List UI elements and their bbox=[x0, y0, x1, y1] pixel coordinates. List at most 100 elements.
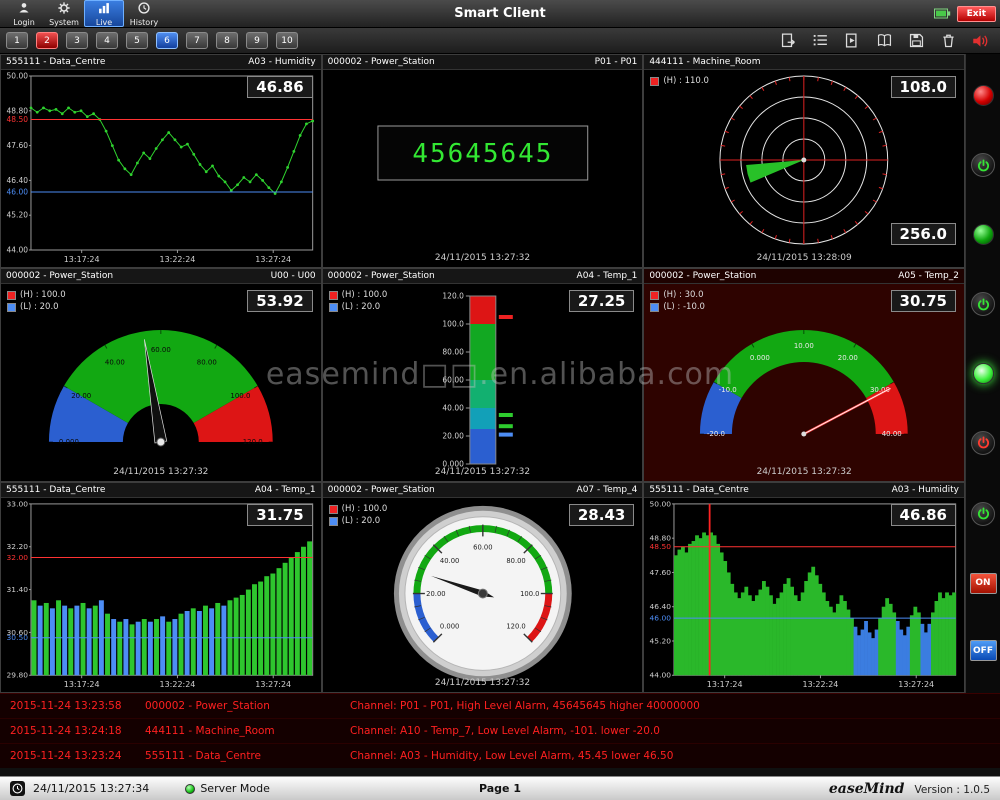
panel-4[interactable]: 000002 - Power_StationU00 - U000.00020.0… bbox=[0, 268, 322, 482]
page-button-row: 123456789 10 bbox=[6, 32, 306, 49]
page-button-6[interactable]: 6 bbox=[156, 32, 178, 49]
alarm-row[interactable]: 2015-11-24 13:24:18444111 - Machine_Room… bbox=[0, 719, 1000, 744]
alarm-list: 2015-11-24 13:23:58000002 - Power_Statio… bbox=[0, 693, 1000, 768]
panel-timestamp: 24/11/2015 13:27:32 bbox=[323, 678, 643, 688]
svg-text:0.000: 0.000 bbox=[59, 438, 79, 446]
svg-text:48.80: 48.80 bbox=[7, 106, 29, 115]
panel-6[interactable]: 000002 - Power_StationA05 - Temp_2-20.0-… bbox=[643, 268, 965, 482]
panel-channel-label: A03 - Humidity bbox=[892, 485, 959, 495]
panel-body: -20.0-10.00.00010.0020.0030.0040.00(H) :… bbox=[644, 284, 964, 481]
power-button-3[interactable] bbox=[971, 502, 995, 526]
panel-body: 48.5046.0050.0048.8047.6046.4045.2044.00… bbox=[1, 70, 321, 267]
trash-icon[interactable] bbox=[938, 32, 958, 50]
main-toolbar: Login System LiveHistory bbox=[4, 0, 164, 27]
on-button[interactable]: ON bbox=[970, 573, 997, 594]
toolbar-button-history[interactable]: History bbox=[124, 0, 164, 27]
svg-text:45.20: 45.20 bbox=[7, 211, 29, 220]
legend-row: (H) : 100.0 bbox=[329, 504, 388, 514]
panel-channel-label: A07 - Temp_4 bbox=[577, 485, 638, 495]
panel-header: 000002 - Power_StationA05 - Temp_2 bbox=[644, 269, 964, 284]
page-button-2[interactable]: 2 bbox=[36, 32, 58, 49]
value-readout: 46.86 bbox=[247, 76, 312, 98]
panel-legend: (H) : 100.0(L) : 20.0 bbox=[329, 504, 388, 526]
toolbar-button-live[interactable]: Live bbox=[84, 0, 124, 27]
panel-1[interactable]: 555111 - Data_CentreA03 - Humidity48.504… bbox=[0, 54, 322, 268]
page-button-9[interactable]: 9 bbox=[246, 32, 268, 49]
main-area: 555111 - Data_Centre A03 - Humidity 48.504… bbox=[0, 54, 1000, 693]
panel-body: 120.0100.080.0060.0040.0020.000.000(H) :… bbox=[323, 284, 643, 481]
export-icon[interactable] bbox=[778, 32, 798, 50]
power-button-red[interactable] bbox=[971, 431, 995, 455]
panel-legend: (H) : 100.0(L) : 20.0 bbox=[7, 290, 66, 312]
panel-body: 48.5046.0050.0048.8047.6046.4045.2044.00… bbox=[644, 498, 964, 692]
exit-button[interactable]: Exit bbox=[957, 6, 996, 22]
value-readout: 53.92 bbox=[247, 290, 312, 312]
alarm-row[interactable]: 2015-11-24 13:23:58000002 - Power_Statio… bbox=[0, 694, 1000, 719]
panel-station-label: 000002 - Power_Station bbox=[328, 57, 435, 67]
page-button-4[interactable]: 4 bbox=[96, 32, 118, 49]
indicator-green-button[interactable] bbox=[973, 224, 994, 245]
svg-text:40.00: 40.00 bbox=[105, 358, 125, 366]
play-icon[interactable] bbox=[842, 32, 862, 50]
svg-text:-10.0: -10.0 bbox=[719, 386, 737, 394]
alarm-row[interactable]: 2015-11-24 13:23:24555111 - Data_CentreC… bbox=[0, 744, 1000, 769]
page-button-8[interactable]: 8 bbox=[216, 32, 238, 49]
power-button-2[interactable] bbox=[971, 292, 995, 316]
panel-7[interactable]: 555111 - Data_CentreA04 - Temp_132.0030.… bbox=[0, 482, 322, 693]
legend-swatch bbox=[7, 291, 16, 300]
page-button-10[interactable]: 10 bbox=[276, 32, 298, 49]
panel-3[interactable]: 444111 - Machine_Room(H) : 110.0108.0256… bbox=[643, 54, 965, 268]
alarm-time: 2015-11-24 13:24:18 bbox=[10, 725, 145, 737]
panel-timestamp: 24/11/2015 13:27:32 bbox=[1, 467, 321, 477]
history-icon bbox=[137, 1, 151, 17]
svg-text:44.00: 44.00 bbox=[7, 245, 29, 254]
login-icon bbox=[17, 1, 31, 17]
speaker-icon[interactable] bbox=[970, 32, 990, 50]
page-button-3[interactable]: 3 bbox=[66, 32, 88, 49]
alarm-message: Channel: A10 - Temp_7, Low Level Alarm, … bbox=[350, 725, 660, 737]
svg-text:0.000: 0.000 bbox=[750, 354, 770, 362]
svg-text:40.00: 40.00 bbox=[442, 403, 464, 412]
legend-label: (L) : 20.0 bbox=[20, 302, 59, 312]
svg-text:60.00: 60.00 bbox=[442, 375, 464, 384]
toolbar-button-login[interactable]: Login bbox=[4, 0, 44, 27]
list-icon[interactable] bbox=[810, 32, 830, 50]
area-chart: 48.5046.0050.0048.8047.6046.4045.2044.00… bbox=[644, 498, 964, 692]
page-button-1[interactable]: 1 bbox=[6, 32, 28, 49]
power-button-1[interactable] bbox=[971, 153, 995, 177]
panel-8[interactable]: 000002 - Power_StationA07 - Temp_40.0002… bbox=[322, 482, 644, 693]
semigauge-chart: 0.00020.0040.0060.0080.00100.0120.0 bbox=[1, 284, 321, 481]
toolbar-button-system[interactable]: System bbox=[44, 0, 84, 27]
panel-5[interactable]: 000002 - Power_StationA04 - Temp_1120.01… bbox=[322, 268, 644, 482]
save-icon[interactable] bbox=[906, 32, 926, 50]
indicator-lit-button[interactable] bbox=[973, 363, 994, 384]
panel-9[interactable]: 555111 - Data_Centre A03 - Humidity 48.504… bbox=[643, 482, 965, 693]
page-button-5[interactable]: 5 bbox=[126, 32, 148, 49]
semigauge-chart: -20.0-10.00.00010.0020.0030.0040.00 bbox=[644, 284, 964, 481]
panel-channel-label: A05 - Temp_2 bbox=[898, 271, 959, 281]
side-button-column: ON OFF bbox=[965, 54, 1000, 693]
panel-station-label: 555111 - Data_Centre bbox=[649, 485, 748, 495]
svg-text:13:17:24: 13:17:24 bbox=[64, 680, 100, 689]
panel-2[interactable]: 000002 - Power_StationP01 - P01456456452… bbox=[322, 54, 644, 268]
page-bar: 123456789 10 bbox=[0, 28, 1000, 54]
thermometer-chart: 120.0100.080.0060.0040.0020.000.000 bbox=[323, 284, 643, 481]
panel-legend: (H) : 30.0(L) : -10.0 bbox=[650, 290, 705, 312]
alarm-message: Channel: A03 - Humidity, Low Level Alarm… bbox=[350, 750, 673, 762]
legend-swatch bbox=[650, 291, 659, 300]
svg-text:29.80: 29.80 bbox=[7, 671, 29, 680]
toolbar-button-label: System bbox=[49, 18, 79, 27]
svg-text:46.40: 46.40 bbox=[650, 602, 672, 611]
alarm-time: 2015-11-24 13:23:58 bbox=[10, 700, 145, 712]
indicator-red-button[interactable] bbox=[973, 85, 994, 106]
legend-label: (L) : 20.0 bbox=[342, 302, 381, 312]
book-icon[interactable] bbox=[874, 32, 894, 50]
panel-grid: 555111 - Data_Centre A03 - Humidity 48.504… bbox=[0, 54, 965, 693]
action-icon-row bbox=[778, 32, 994, 50]
status-datetime: 24/11/2015 13:27:34 bbox=[33, 782, 149, 795]
page-button-7[interactable]: 7 bbox=[186, 32, 208, 49]
svg-text:13:17:24: 13:17:24 bbox=[64, 255, 100, 264]
off-button[interactable]: OFF bbox=[970, 640, 997, 661]
svg-text:13:27:24: 13:27:24 bbox=[255, 680, 291, 689]
svg-text:46.40: 46.40 bbox=[7, 176, 29, 185]
